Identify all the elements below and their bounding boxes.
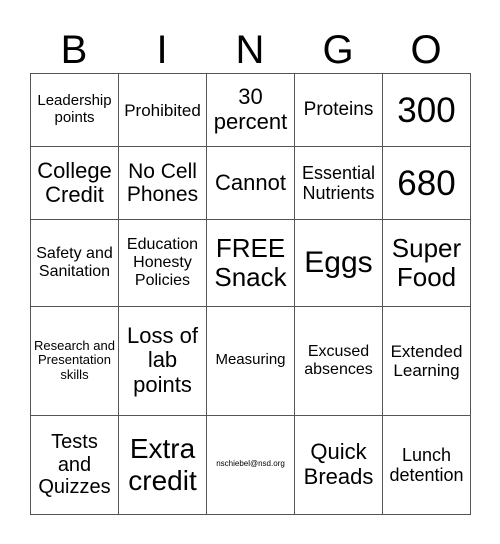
- bingo-cell[interactable]: Safety and Sanitation: [30, 219, 119, 307]
- grid-row: Research and Presentation skills Loss of…: [30, 305, 471, 416]
- bingo-header: B I N G O: [30, 28, 470, 73]
- bingo-cell[interactable]: 680: [382, 146, 471, 221]
- header-letter-i: I: [156, 28, 168, 72]
- header-letter-b: B: [60, 28, 88, 72]
- bingo-grid: Leadership points Prohibited 30 percent …: [30, 72, 471, 516]
- bingo-cell[interactable]: Loss of lab points: [118, 305, 207, 416]
- bingo-cell[interactable]: College Credit: [30, 146, 119, 221]
- bingo-cell[interactable]: Eggs: [294, 219, 383, 307]
- bingo-cell[interactable]: Quick Breads: [294, 414, 383, 516]
- bingo-cell[interactable]: 30 percent: [206, 72, 295, 148]
- bingo-cell[interactable]: Tests and Quizzes: [30, 414, 119, 516]
- bingo-cell-free-space[interactable]: nschiebel@nsd.org: [206, 414, 295, 516]
- bingo-cell[interactable]: Proteins: [294, 72, 383, 148]
- grid-row: Leadership points Prohibited 30 percent …: [30, 72, 471, 148]
- bingo-cell[interactable]: 300: [382, 72, 471, 148]
- bingo-cell[interactable]: Measuring: [206, 305, 295, 416]
- bingo-cell[interactable]: Super Food: [382, 219, 471, 307]
- bingo-cell[interactable]: Leadership points: [30, 72, 119, 148]
- bingo-cell[interactable]: Lunch detention: [382, 414, 471, 516]
- bingo-cell[interactable]: Prohibited: [118, 72, 207, 148]
- bingo-cell[interactable]: No Cell Phones: [118, 146, 207, 221]
- header-letter-n: N: [235, 28, 265, 72]
- grid-row: Safety and Sanitation Education Honesty …: [30, 219, 471, 307]
- bingo-cell[interactable]: Research and Presentation skills: [30, 305, 119, 416]
- bingo-cell[interactable]: Cannot: [206, 146, 295, 221]
- bingo-cell[interactable]: FREE Snack: [206, 219, 295, 307]
- header-letter-g: G: [322, 28, 354, 72]
- bingo-cell[interactable]: Extra credit: [118, 414, 207, 516]
- bingo-cell[interactable]: Essential Nutrients: [294, 146, 383, 221]
- bingo-cell[interactable]: Education Honesty Policies: [118, 219, 207, 307]
- grid-row: College Credit No Cell Phones Cannot Ess…: [30, 146, 471, 221]
- grid-row: Tests and Quizzes Extra credit nschiebel…: [30, 414, 471, 516]
- header-letter-o: O: [410, 28, 442, 72]
- bingo-cell[interactable]: Excused absences: [294, 305, 383, 416]
- bingo-cell[interactable]: Extended Learning: [382, 305, 471, 416]
